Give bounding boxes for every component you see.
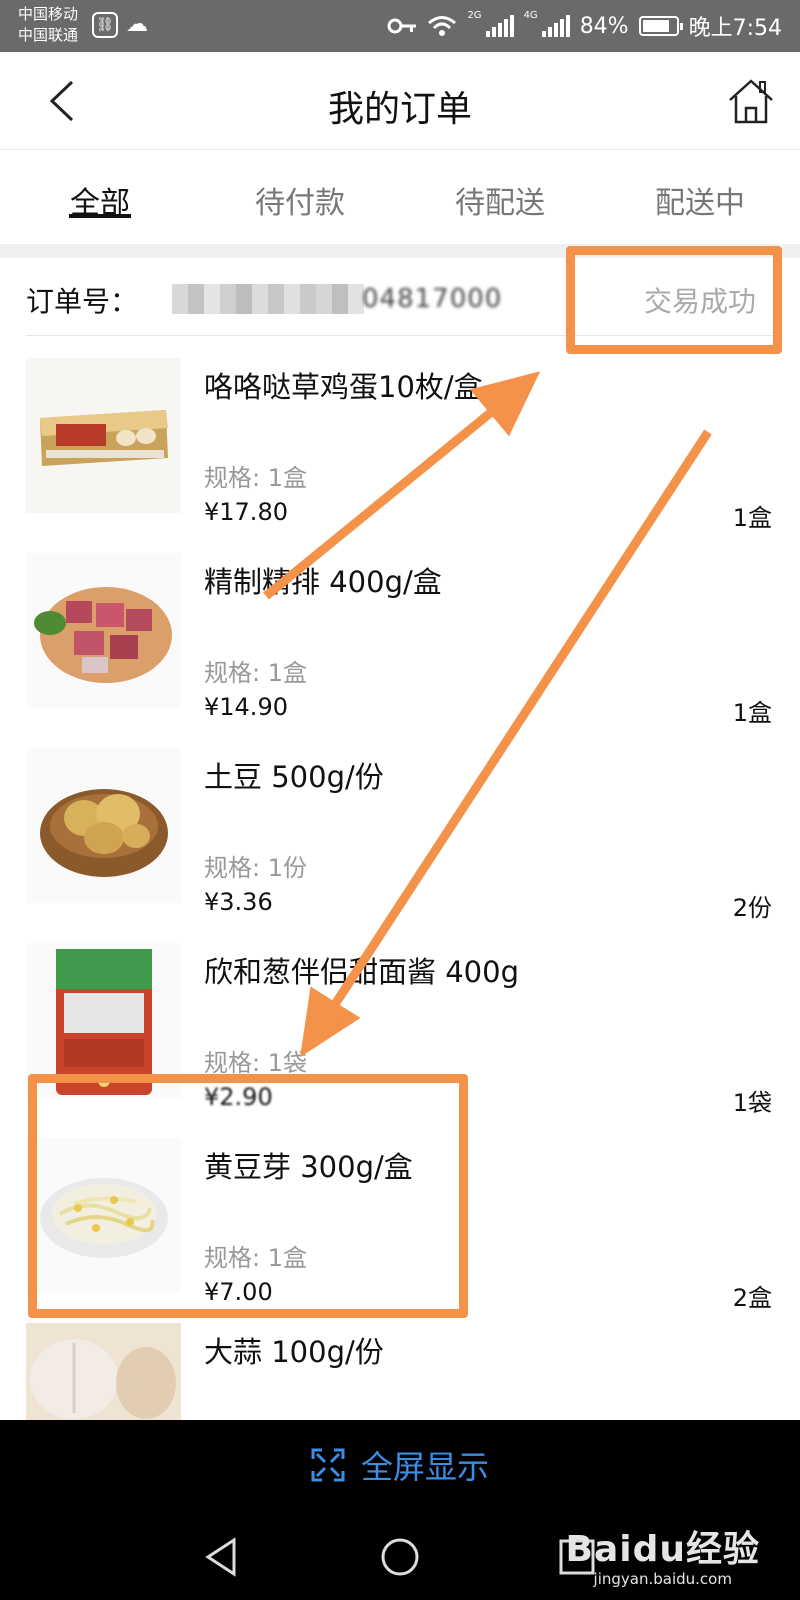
item-name: 咯咯哒草鸡蛋10枚/盒: [204, 370, 483, 404]
active-tab-underline: [69, 214, 131, 218]
watermark-url: jingyan.baidu.com: [593, 1570, 732, 1588]
triangle-back-icon: [205, 1537, 236, 1577]
item-highlight-box: [28, 1074, 468, 1318]
watermark-logo: Baidu经验: [565, 1529, 760, 1570]
wifi-icon: [428, 16, 457, 36]
carrier-1: 中国移动: [18, 5, 79, 23]
wechat-icon: ☁: [126, 12, 148, 37]
carrier-2: 中国联通: [18, 26, 79, 44]
tab-all[interactable]: 全部: [0, 150, 200, 244]
order-tabs: 全部 待付款 待配送 配送中: [0, 150, 800, 244]
battery-percent: 84%: [579, 13, 629, 39]
order-number-label: 订单号：: [26, 285, 139, 318]
item-spec: 规格: 1盒: [204, 659, 307, 687]
fullscreen-label: 全屏显示: [360, 1448, 489, 1486]
key-icon: [387, 18, 417, 34]
nav-back-button[interactable]: [198, 1532, 248, 1582]
item-spec: 规格: 1份: [204, 854, 307, 882]
app-header: 我的订单: [0, 52, 800, 150]
circle-home-icon: [381, 1538, 419, 1576]
item-quantity: 2份: [732, 894, 772, 922]
home-icon: [729, 79, 773, 124]
pork-ribs-image: [26, 553, 181, 708]
fullscreen-button[interactable]: 全屏显示: [0, 1420, 800, 1510]
item-price: ¥3.36: [204, 888, 273, 916]
expand-icon: [311, 1448, 345, 1482]
item-spec: 规格: 1盒: [204, 464, 307, 492]
battery-icon: [638, 16, 683, 36]
home-button[interactable]: [726, 76, 776, 126]
network-type-2: 4G: [523, 10, 538, 21]
tab-pending-delivery[interactable]: 待配送: [400, 150, 600, 244]
clock: 晚上7:54: [688, 16, 782, 41]
tab-pending-payment[interactable]: 待付款: [200, 150, 400, 244]
status-right: 2G 4G 84% 晚上7:54: [387, 10, 782, 42]
list-item[interactable]: 咯咯哒草鸡蛋10枚/盒 规格: 1盒 ¥17.80 1盒: [0, 336, 800, 532]
list-item[interactable]: 精制精排 400g/盒 规格: 1盒 ¥14.90 1盒: [0, 531, 800, 727]
page-title: 我的订单: [327, 89, 472, 130]
system-nav-bar: Baidu经验 jingyan.baidu.com: [0, 1510, 800, 1600]
status-highlight-box: [566, 246, 782, 354]
item-quantity: 1盒: [732, 504, 772, 532]
item-quantity: 1盒: [732, 699, 772, 727]
item-name: 土豆 500g/份: [204, 760, 384, 794]
item-name: 精制精排 400g/盒: [204, 565, 442, 599]
item-name: 大蒜 100g/份: [204, 1335, 384, 1369]
eggs-image: [26, 358, 181, 513]
order-number: 04817000: [172, 284, 520, 314]
tab-delivering[interactable]: 配送中: [600, 150, 800, 244]
item-price: ¥17.80: [204, 498, 288, 526]
item-spec: 规格: 1袋: [204, 1049, 307, 1077]
item-quantity: 2盒: [732, 1284, 772, 1312]
network-type-1: 2G: [467, 10, 482, 21]
item-name: 欣和葱伴侣甜面酱 400g: [204, 955, 519, 989]
link-icon: ⛓: [92, 12, 118, 38]
tab-pending-delivery-label: 待配送: [455, 186, 545, 221]
baidu-watermark: Baidu经验 jingyan.baidu.com: [566, 1520, 760, 1588]
signal-icon: [485, 15, 514, 37]
list-item[interactable]: 大蒜 100g/份: [0, 1311, 800, 1420]
garlic-image: [26, 1323, 181, 1420]
item-quantity: 1袋: [732, 1089, 772, 1117]
order-number-text: 04817000: [362, 284, 503, 314]
battery-fill: [642, 20, 670, 32]
list-item[interactable]: 土豆 500g/份 规格: 1份 ¥3.36 2份: [0, 726, 800, 922]
signal-icon-2: [541, 15, 570, 37]
item-price: ¥14.90: [204, 693, 288, 721]
status-bar: 中国移动 中国联通 ⛓ ☁ 2G 4G 84% 晚上7:54: [0, 0, 800, 52]
potatoes-image: [26, 748, 181, 903]
carrier-labels: 中国移动 中国联通: [18, 4, 78, 46]
notification-icons: ⛓ ☁: [92, 12, 148, 38]
tab-pending-payment-label: 待付款: [255, 186, 345, 221]
nav-home-button[interactable]: [375, 1532, 425, 1582]
tab-delivering-label: 配送中: [655, 186, 745, 221]
